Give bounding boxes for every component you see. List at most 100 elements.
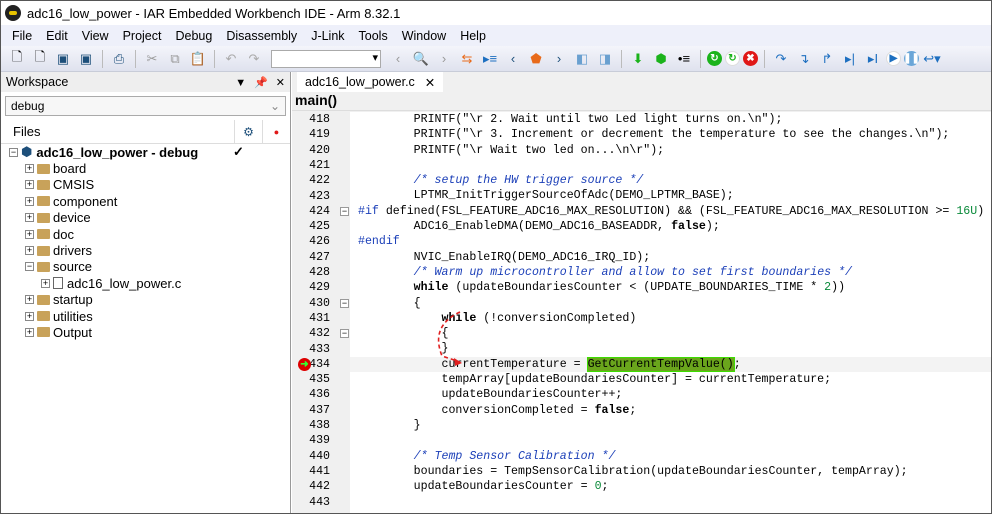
breakpoint-list-icon[interactable]: •≡ bbox=[674, 49, 694, 69]
download-debug-icon[interactable]: ⬇ bbox=[628, 49, 648, 69]
fold-toggle-icon[interactable]: − bbox=[340, 298, 349, 308]
tree-item[interactable]: − source bbox=[1, 259, 290, 275]
back-icon[interactable]: ‹ bbox=[388, 49, 408, 69]
step-into-icon[interactable]: ↴ bbox=[794, 49, 814, 69]
code-editor[interactable]: 418 419 420 421 422 423 424−425 426 427 428 429 430… bbox=[292, 112, 991, 513]
code-line[interactable]: /* Temp Sensor Calibration */ bbox=[350, 449, 991, 464]
code-line[interactable]: #endif bbox=[350, 234, 991, 249]
code-line[interactable]: conversionCompleted = false; bbox=[350, 403, 991, 418]
next-icon[interactable]: › bbox=[549, 49, 569, 69]
step-over-icon[interactable]: ↷ bbox=[771, 49, 791, 69]
expand-icon[interactable]: + bbox=[25, 229, 34, 239]
function-navigator[interactable]: main() bbox=[292, 92, 991, 111]
forward-icon[interactable]: › bbox=[434, 49, 454, 69]
go-to-line-icon[interactable]: ▸≡ bbox=[480, 49, 500, 69]
menu-tools[interactable]: Tools bbox=[352, 29, 395, 43]
menu-window[interactable]: Window bbox=[395, 29, 453, 43]
code-line[interactable]: updateBoundariesCounter++; bbox=[350, 387, 991, 402]
code-line[interactable]: PRINTF("\r Wait two led on...\n\r"); bbox=[350, 143, 991, 158]
copy-icon[interactable]: ⧉ bbox=[165, 49, 185, 69]
code-line[interactable]: /* setup the HW trigger source */ bbox=[350, 173, 991, 188]
code-line[interactable] bbox=[350, 433, 991, 448]
debug-without-download-icon[interactable]: ⬢ bbox=[651, 49, 671, 69]
code-line[interactable]: /* Warm up microcontroller and allow to … bbox=[350, 265, 991, 280]
search-icon[interactable]: 🔍 bbox=[411, 49, 431, 69]
open-file-icon[interactable]: 🗋 bbox=[30, 49, 50, 69]
line-number-gutter[interactable]: 418 419 420 421 422 423 424−425 426 427 428 429 430… bbox=[292, 112, 350, 513]
code-line[interactable] bbox=[350, 158, 991, 173]
tree-item[interactable]: + CMSIS bbox=[1, 177, 290, 193]
tree-item[interactable]: + component bbox=[1, 193, 290, 209]
tree-item[interactable]: + utilities bbox=[1, 308, 290, 324]
menu-view[interactable]: View bbox=[75, 29, 116, 43]
code-line[interactable]: LPTMR_InitTriggerSourceOfAdc(DEMO_LPTMR_… bbox=[350, 188, 991, 203]
stop-debug-icon[interactable]: ✖ bbox=[743, 51, 758, 66]
expand-icon[interactable]: + bbox=[25, 180, 34, 190]
menu-project[interactable]: Project bbox=[116, 29, 169, 43]
code-line[interactable]: NVIC_EnableIRQ(DEMO_ADC16_IRQ_ID); bbox=[350, 250, 991, 265]
menu-file[interactable]: File bbox=[5, 29, 39, 43]
reset-icon[interactable]: ↻ bbox=[707, 51, 722, 66]
tree-item[interactable]: + Output bbox=[1, 324, 290, 340]
prev-bookmark-icon[interactable]: ◧ bbox=[572, 49, 592, 69]
code-line[interactable]: #if defined(FSL_FEATURE_ADC16_MAX_RESOLU… bbox=[350, 204, 991, 219]
toggle-icon[interactable]: ⇆ bbox=[457, 49, 477, 69]
close-tab-icon[interactable]: ✕ bbox=[425, 75, 435, 90]
menu-disassembly[interactable]: Disassembly bbox=[219, 29, 304, 43]
code-line[interactable]: tempArray[updateBoundariesCounter] = cur… bbox=[350, 372, 991, 387]
tree-item[interactable]: + doc bbox=[1, 226, 290, 242]
expand-icon[interactable]: + bbox=[25, 327, 34, 337]
fold-toggle-icon[interactable]: − bbox=[340, 206, 349, 216]
menu-jlink[interactable]: J-Link bbox=[304, 29, 351, 43]
bookmark-icon[interactable]: ⬟ bbox=[526, 49, 546, 69]
tree-item[interactable]: − ⬢ adc16_low_power - debug ✓ bbox=[1, 144, 290, 160]
expand-icon[interactable]: + bbox=[25, 246, 34, 256]
tree-item[interactable]: + device bbox=[1, 210, 290, 226]
step-out-icon[interactable]: ↱ bbox=[817, 49, 837, 69]
expand-icon[interactable]: + bbox=[25, 196, 34, 206]
code-line[interactable] bbox=[350, 494, 991, 509]
expand-icon[interactable]: + bbox=[41, 278, 50, 288]
menu-help[interactable]: Help bbox=[453, 29, 493, 43]
next-statement-icon[interactable]: ▸| bbox=[840, 49, 860, 69]
collapse-icon[interactable]: − bbox=[25, 262, 34, 272]
break-icon[interactable]: ❚❚ bbox=[903, 51, 920, 66]
code-line[interactable]: ADC16_EnableDMA(DEMO_ADC16_BASEADDR, fal… bbox=[350, 219, 991, 234]
expand-icon[interactable]: + bbox=[25, 213, 34, 223]
run-to-cursor-icon[interactable]: ▸I bbox=[863, 49, 883, 69]
options-gear-icon[interactable]: ⚙ bbox=[234, 120, 262, 143]
code-line[interactable]: while (updateBoundariesCounter < (UPDATE… bbox=[350, 280, 991, 295]
expand-icon[interactable]: + bbox=[25, 295, 34, 305]
tree-item[interactable]: + board bbox=[1, 160, 290, 176]
go-icon[interactable]: ▶ bbox=[886, 51, 901, 66]
tree-item[interactable]: + startup bbox=[1, 292, 290, 308]
dropdown-icon[interactable]: ▼ bbox=[235, 77, 246, 89]
restart-icon[interactable]: ↻ bbox=[725, 51, 740, 66]
code-line[interactable]: PRINTF("\r 2. Wait until two Led light t… bbox=[350, 112, 991, 127]
fold-toggle-icon[interactable]: − bbox=[340, 329, 349, 339]
paste-icon[interactable]: 📋 bbox=[188, 49, 208, 69]
pin-icon[interactable]: 📌 bbox=[254, 77, 268, 89]
code-lines[interactable]: PRINTF("\r 2. Wait until two Led light t… bbox=[350, 112, 991, 513]
new-file-icon[interactable]: 🗋 bbox=[7, 49, 27, 69]
print-icon[interactable]: ⎙ bbox=[109, 49, 129, 69]
save-icon[interactable]: ▣ bbox=[53, 49, 73, 69]
menu-edit[interactable]: Edit bbox=[39, 29, 75, 43]
save-all-icon[interactable]: ▣ bbox=[76, 49, 96, 69]
tree-item[interactable]: + drivers bbox=[1, 242, 290, 258]
close-icon[interactable]: ✕ bbox=[276, 77, 285, 89]
next-bookmark-icon[interactable]: ◨ bbox=[595, 49, 615, 69]
expand-icon[interactable]: + bbox=[25, 311, 34, 321]
cut-icon[interactable]: ✂ bbox=[142, 49, 162, 69]
configuration-select[interactable]: debug ⌄ bbox=[5, 96, 286, 116]
code-line[interactable]: } bbox=[350, 418, 991, 433]
expand-icon[interactable]: + bbox=[25, 164, 34, 174]
find-combo[interactable] bbox=[271, 49, 381, 68]
reset-dropdown-icon[interactable]: ↩▾ bbox=[922, 49, 942, 69]
code-line[interactable]: updateBoundariesCounter = 0; bbox=[350, 479, 991, 494]
current-statement-breakpoint-icon[interactable]: ➜ bbox=[298, 357, 311, 371]
code-line[interactable]: boundaries = TempSensorCalibration(updat… bbox=[350, 464, 991, 479]
redo-icon[interactable]: ↷ bbox=[244, 49, 264, 69]
code-line[interactable]: PRINTF("\r 3. Increment or decrement the… bbox=[350, 127, 991, 142]
undo-icon[interactable]: ↶ bbox=[221, 49, 241, 69]
